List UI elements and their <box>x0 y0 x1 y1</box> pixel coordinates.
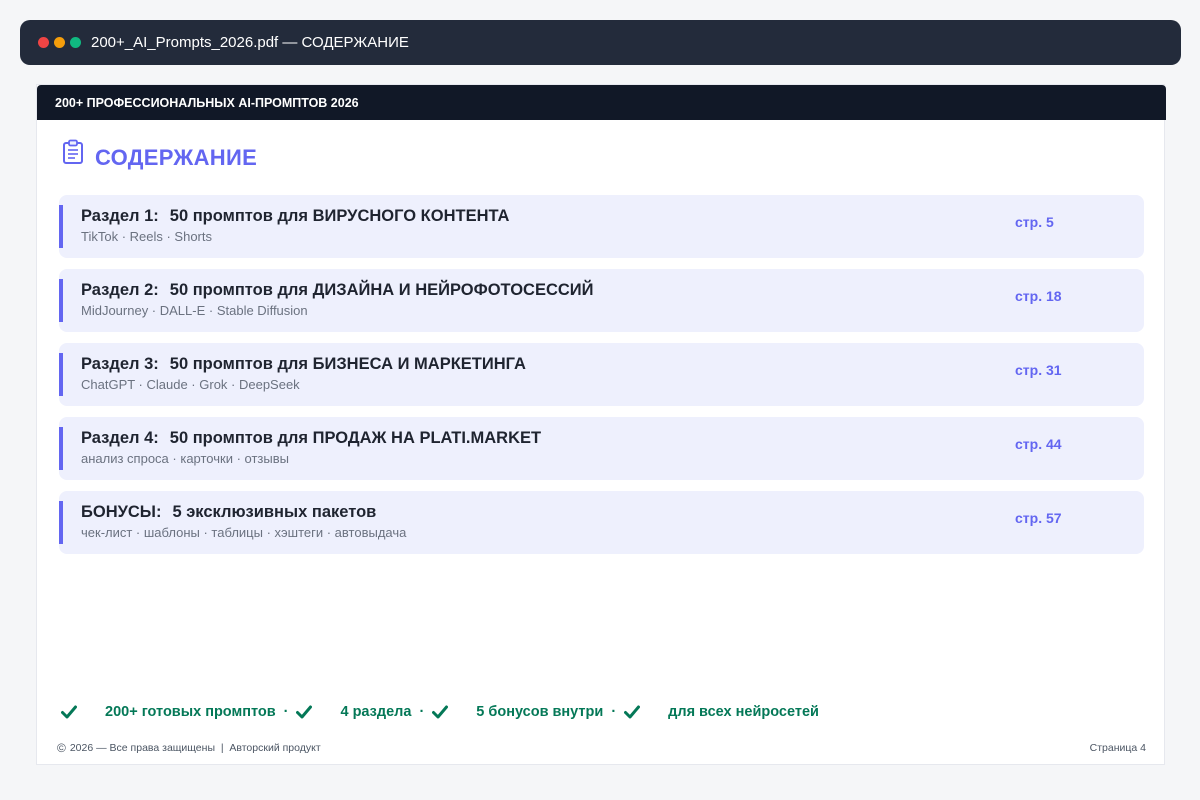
toc-page-ref[interactable]: стр. 44 <box>1015 436 1062 452</box>
check-icon <box>296 705 313 719</box>
copyright-icon: © <box>57 741 66 755</box>
toc-title: Раздел 1: 50 промптов для ВИРУСНОГО КОНТЕ… <box>81 207 509 226</box>
toc-title: Раздел 4: 50 промптов для ПРОДАЖ НА PLATI… <box>81 429 541 448</box>
footer-left: © 2026 — Все права защищены | Авторский … <box>57 741 321 755</box>
feature-separator: · <box>419 704 425 720</box>
check-icon <box>432 705 449 719</box>
page-title: СОДЕРЖАНИЕ <box>95 145 258 170</box>
toc-label: Раздел 4: <box>81 429 159 447</box>
page-number: Страница 4 <box>1089 742 1146 754</box>
toc-label: Раздел 1: <box>81 207 159 225</box>
minimize-window-button[interactable] <box>54 37 65 48</box>
toc-title-text: 50 промптов для ДИЗАЙНА И НЕЙРОФОТОСЕССИ… <box>169 281 594 299</box>
toc-label: Раздел 3: <box>81 355 159 373</box>
toc-page-ref[interactable]: стр. 5 <box>1015 214 1054 230</box>
toc-row-section-3[interactable]: Раздел 3: 50 промптов для БИЗНЕСА И МАРКЕ… <box>59 343 1144 406</box>
toc-label: Раздел 2: <box>81 281 159 299</box>
feature-text: 200+ готовых промптов <box>105 704 276 720</box>
toc-title: Раздел 2: 50 промптов для ДИЗАЙНА И НЕЙРО… <box>81 281 594 300</box>
document-page: 200+ ПРОФЕССИОНАЛЬНЫХ AI-ПРОМПТОВ 2026 С… <box>36 84 1166 765</box>
window-titlebar: 200+_AI_Prompts_2026.pdf — СОДЕРЖАНИЕ <box>20 20 1181 65</box>
toc-row-section-1[interactable]: Раздел 1: 50 промптов для ВИРУСНОГО КОНТЕ… <box>59 195 1144 258</box>
toc-tags: чек-лист · шаблоны · таблицы · хэштеги ·… <box>81 525 407 540</box>
toc-title-text: 5 эксклюзивных пакетов <box>172 503 377 521</box>
check-icon <box>624 705 641 719</box>
toc-tags: анализ спроса · карточки · отзывы <box>81 451 289 466</box>
toc-title-text: 50 промптов для ВИРУСНОГО КОНТЕНТА <box>169 207 510 225</box>
section-heading: СОДЕРЖАНИЕ <box>61 133 257 171</box>
toc-label: БОНУСЫ: <box>81 503 162 521</box>
accent-bar <box>59 279 63 322</box>
page-header-text: 200+ ПРОФЕССИОНАЛЬНЫХ AI-ПРОМПТОВ 2026 <box>55 95 359 110</box>
toc-tags: MidJourney · DALL-E · Stable Diffusion <box>81 303 308 318</box>
feature-text: 4 раздела <box>340 704 412 720</box>
toc-page-ref[interactable]: стр. 18 <box>1015 288 1062 304</box>
toc-tags: ChatGPT · Claude · Grok · DeepSeek <box>81 377 300 392</box>
maximize-window-button[interactable] <box>70 37 81 48</box>
window-title: 200+_AI_Prompts_2026.pdf — СОДЕРЖАНИЕ <box>91 34 409 51</box>
footer-copyright-text: 2026 — Все права защищены | Авторский пр… <box>69 742 321 754</box>
window-controls <box>38 37 81 48</box>
feature-text: для всех нейросетей <box>668 704 819 720</box>
toc-row-section-4[interactable]: Раздел 4: 50 промптов для ПРОДАЖ НА PLATI… <box>59 417 1144 480</box>
accent-bar <box>59 353 63 396</box>
feature-text: 5 бонусов внутри <box>476 704 604 720</box>
accent-bar <box>59 427 63 470</box>
toc-page-ref[interactable]: стр. 31 <box>1015 362 1062 378</box>
toc-page-ref[interactable]: стр. 57 <box>1015 510 1062 526</box>
accent-bar <box>59 501 63 544</box>
toc-title-text: 50 промптов для ПРОДАЖ НА PLATI.MARKET <box>169 429 542 447</box>
feature-separator: · <box>283 704 289 720</box>
table-of-contents: Раздел 1: 50 промптов для ВИРУСНОГО КОНТЕ… <box>59 195 1144 565</box>
toc-title-text: 50 промптов для БИЗНЕСА И МАРКЕТИНГА <box>169 355 526 373</box>
toc-title: БОНУСЫ: 5 эксклюзивных пакетов <box>81 503 376 522</box>
toc-title: Раздел 3: 50 промптов для БИЗНЕСА И МАРКЕ… <box>81 355 526 374</box>
accent-bar <box>59 205 63 248</box>
check-icon <box>61 705 77 719</box>
toc-row-bonuses[interactable]: БОНУСЫ: 5 эксклюзивных пакетов чек-лист ·… <box>59 491 1144 554</box>
feature-separator: · <box>611 704 617 720</box>
toc-row-section-2[interactable]: Раздел 2: 50 промптов для ДИЗАЙНА И НЕЙРО… <box>59 269 1144 332</box>
page-header: 200+ ПРОФЕССИОНАЛЬНЫХ AI-ПРОМПТОВ 2026 <box>37 85 1166 120</box>
clipboard-icon <box>61 139 85 165</box>
features-line: 200+ готовых промптов · 4 раздела · 5 бо… <box>61 704 819 720</box>
close-window-button[interactable] <box>38 37 49 48</box>
toc-tags: TikTok · Reels · Shorts <box>81 229 212 244</box>
